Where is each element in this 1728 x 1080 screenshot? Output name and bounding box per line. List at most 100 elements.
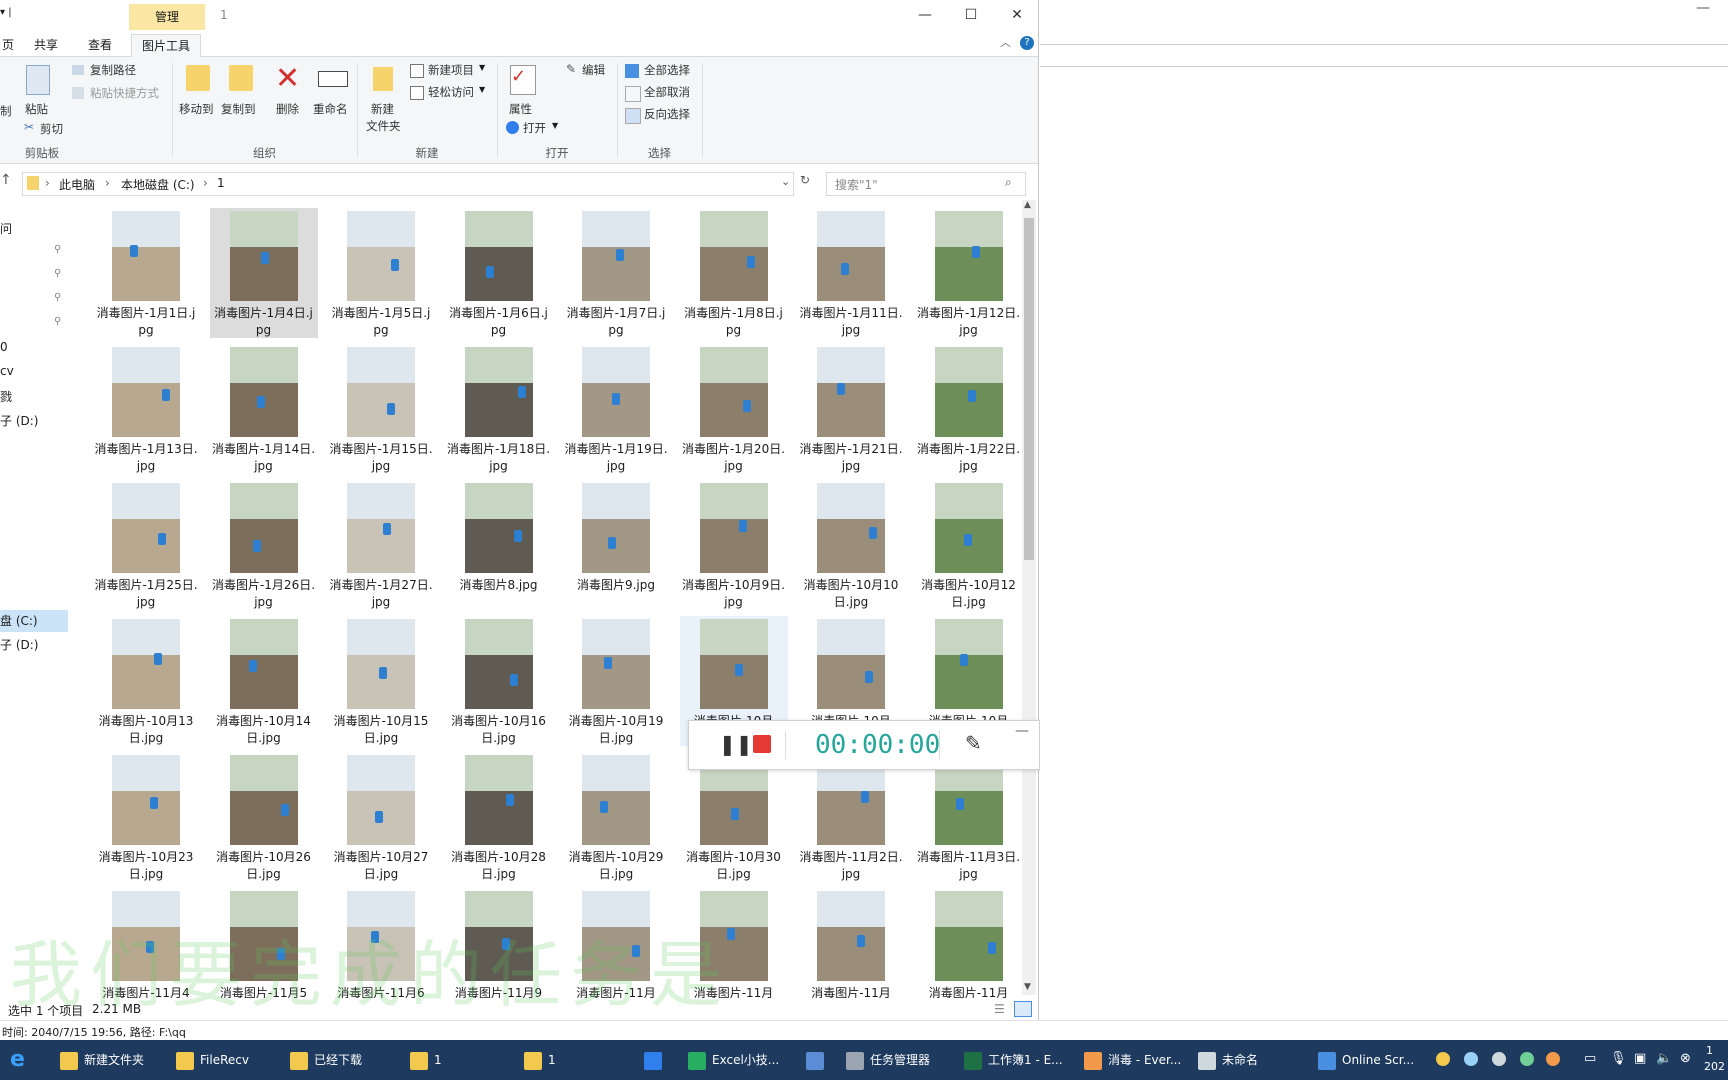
nav-item[interactable]: 问 bbox=[0, 220, 12, 237]
file-item[interactable]: 消毒图片-11月3日.jpg bbox=[915, 752, 1023, 882]
nav-item[interactable]: 子 (D:) bbox=[0, 636, 38, 653]
breadcrumb-local-disk[interactable]: 本地磁盘 (C:) bbox=[121, 176, 195, 193]
file-item[interactable]: 消毒图片-1月5日.jpg bbox=[327, 208, 435, 338]
file-item[interactable]: 消毒图片-1月19日.jpg bbox=[562, 344, 670, 474]
refresh-icon[interactable]: ↻ bbox=[800, 173, 810, 187]
tray-icon[interactable] bbox=[1520, 1052, 1534, 1066]
file-item[interactable]: 消毒图片-11月2日.jpg bbox=[797, 752, 905, 882]
file-item[interactable]: 消毒图片8.jpg bbox=[445, 480, 553, 610]
minimize-icon[interactable]: — bbox=[1696, 0, 1710, 16]
taskbar-item[interactable]: 任务管理器 bbox=[846, 1040, 930, 1080]
file-item[interactable]: 消毒图片-11月 bbox=[797, 888, 905, 998]
breadcrumb-folder[interactable]: 1 bbox=[217, 176, 225, 190]
taskbar-item[interactable]: Online Scr... bbox=[1318, 1040, 1414, 1080]
file-item[interactable]: 消毒图片-10月16日.jpg bbox=[445, 616, 553, 746]
file-item[interactable]: 消毒图片-10月14日.jpg bbox=[210, 616, 318, 746]
file-item[interactable]: 消毒图片-1月14日.jpg bbox=[210, 344, 318, 474]
chevron-down-icon[interactable]: ▼ bbox=[479, 63, 485, 72]
pause-icon[interactable]: ❚❚ bbox=[719, 732, 753, 756]
file-item[interactable]: 消毒图片-1月18日.jpg bbox=[445, 344, 553, 474]
file-item[interactable]: 消毒图片-1月12日.jpg bbox=[915, 208, 1023, 338]
maximize-button[interactable]: ☐ bbox=[948, 0, 994, 30]
file-item[interactable]: 消毒图片-1月11日.jpg bbox=[797, 208, 905, 338]
tray-icon[interactable] bbox=[1436, 1052, 1450, 1066]
cut-button[interactable]: 剪切 bbox=[40, 121, 63, 137]
tab-home[interactable]: 页 bbox=[0, 34, 18, 56]
copy-path-button[interactable]: 复制路径 bbox=[90, 62, 136, 78]
rename-button[interactable]: 重命名 bbox=[313, 101, 348, 117]
scroll-up-icon[interactable]: ▲ bbox=[1024, 200, 1031, 210]
tab-view[interactable]: 查看 bbox=[84, 34, 116, 56]
file-item[interactable]: 消毒图片-10月26日.jpg bbox=[210, 752, 318, 882]
breadcrumb-separator-icon[interactable]: › bbox=[203, 176, 208, 190]
minimize-button[interactable]: — bbox=[902, 0, 948, 30]
file-item[interactable]: 消毒图片-10月27日.jpg bbox=[327, 752, 435, 882]
network-icon[interactable]: ▣ bbox=[1634, 1051, 1646, 1066]
file-item[interactable]: 消毒图片-11月 bbox=[915, 888, 1023, 998]
scrollbar-thumb[interactable] bbox=[1024, 218, 1034, 560]
tray-icon[interactable] bbox=[1546, 1052, 1560, 1066]
edit-button[interactable]: 编辑 bbox=[582, 62, 605, 78]
chevron-down-icon[interactable]: ⌄ bbox=[781, 175, 790, 188]
tab-share[interactable]: 共享 bbox=[30, 34, 62, 56]
breadcrumb-separator-icon[interactable]: › bbox=[105, 176, 110, 190]
taskbar-item[interactable]: 未命名 bbox=[1198, 1040, 1258, 1080]
taskbar-item[interactable]: FileRecv bbox=[176, 1040, 249, 1080]
taskbar-item[interactable]: 1 bbox=[524, 1040, 556, 1080]
select-none-button[interactable]: 全部取消 bbox=[644, 84, 690, 100]
up-arrow-icon[interactable]: ↑ bbox=[0, 172, 12, 188]
clock-date[interactable]: 202 bbox=[1704, 1060, 1725, 1073]
properties-button[interactable]: 属性 bbox=[509, 101, 532, 117]
new-folder-line2[interactable]: 文件夹 bbox=[366, 118, 401, 134]
file-item[interactable]: 消毒图片-10月19日.jpg bbox=[562, 616, 670, 746]
pen-icon[interactable]: ✎ bbox=[965, 731, 982, 755]
large-icons-view-icon[interactable] bbox=[1014, 1001, 1032, 1017]
edge-browser-icon[interactable]: e bbox=[10, 1047, 25, 1072]
file-item[interactable]: 消毒图片-1月13日.jpg bbox=[92, 344, 200, 474]
tab-picture-tools[interactable]: 图片工具 bbox=[131, 34, 202, 57]
file-item[interactable]: 消毒图片-10月12日.jpg bbox=[915, 480, 1023, 610]
stop-icon[interactable] bbox=[753, 735, 771, 753]
breadcrumb-separator-icon[interactable]: › bbox=[45, 176, 50, 190]
file-item[interactable]: 消毒图片-1月22日.jpg bbox=[915, 344, 1023, 474]
invert-selection-button[interactable]: 反向选择 bbox=[644, 106, 690, 122]
nav-item-selected[interactable]: 盘 (C:) bbox=[0, 610, 68, 632]
chevron-down-icon[interactable]: ▼ bbox=[552, 121, 558, 130]
file-item[interactable]: 消毒图片-1月26日.jpg bbox=[210, 480, 318, 610]
file-item[interactable]: 消毒图片-1月20日.jpg bbox=[680, 344, 788, 474]
search-icon[interactable]: ⌕ bbox=[1005, 175, 1012, 190]
taskbar-item[interactable]: 消毒 - Ever... bbox=[1084, 1040, 1181, 1080]
file-item[interactable]: 消毒图片-10月30日.jpg bbox=[680, 752, 788, 882]
file-item[interactable]: 消毒图片-1月21日.jpg bbox=[797, 344, 905, 474]
breadcrumb-this-pc[interactable]: 此电脑 bbox=[59, 176, 95, 193]
nav-item[interactable]: 戮 bbox=[0, 388, 12, 405]
easy-access-button[interactable]: 轻松访问 bbox=[428, 84, 474, 100]
file-item[interactable]: 消毒图片-1月25日.jpg bbox=[92, 480, 200, 610]
file-item[interactable]: 消毒图片-10月29日.jpg bbox=[562, 752, 670, 882]
show-hidden-icons-icon[interactable]: ▭ bbox=[1584, 1051, 1596, 1066]
move-to-button[interactable]: 移动到 bbox=[179, 101, 214, 117]
nav-item[interactable]: 0 bbox=[0, 340, 8, 354]
taskbar-item[interactable]: Excel小技... bbox=[688, 1040, 779, 1080]
file-item[interactable]: 消毒图片-1月27日.jpg bbox=[327, 480, 435, 610]
file-item[interactable]: 消毒图片-10月13日.jpg bbox=[92, 616, 200, 746]
file-item[interactable]: 消毒图片-1月8日.jpg bbox=[680, 208, 788, 338]
file-item[interactable]: 消毒图片-10月10日.jpg bbox=[797, 480, 905, 610]
taskbar-item[interactable] bbox=[806, 1040, 830, 1080]
file-item[interactable]: 消毒图片-1月6日.jpg bbox=[445, 208, 553, 338]
address-bar[interactable]: › 此电脑 › 本地磁盘 (C:) › 1 ⌄ bbox=[22, 172, 794, 196]
file-item[interactable]: 消毒图片-1月15日.jpg bbox=[327, 344, 435, 474]
file-item[interactable]: 消毒图片-1月7日.jpg bbox=[562, 208, 670, 338]
paste-shortcut-button[interactable]: 粘贴快捷方式 bbox=[90, 85, 159, 101]
nav-item[interactable]: 子 (D:) bbox=[0, 412, 38, 429]
taskbar-item[interactable] bbox=[644, 1040, 668, 1080]
quick-access-toolbar-icon[interactable]: ▾ | bbox=[0, 7, 12, 18]
open-button[interactable]: 打开 bbox=[523, 120, 546, 136]
taskbar-item[interactable]: 已经下载 bbox=[290, 1040, 362, 1080]
help-icon[interactable]: ? bbox=[1020, 36, 1034, 50]
context-tab-manage[interactable]: 管理 bbox=[129, 4, 205, 30]
tray-icon[interactable] bbox=[1464, 1052, 1478, 1066]
select-all-button[interactable]: 全部选择 bbox=[644, 62, 690, 78]
paste-button[interactable]: 粘贴 bbox=[25, 101, 48, 117]
file-item[interactable]: 消毒图片-1月4日.jpg bbox=[209, 208, 318, 338]
